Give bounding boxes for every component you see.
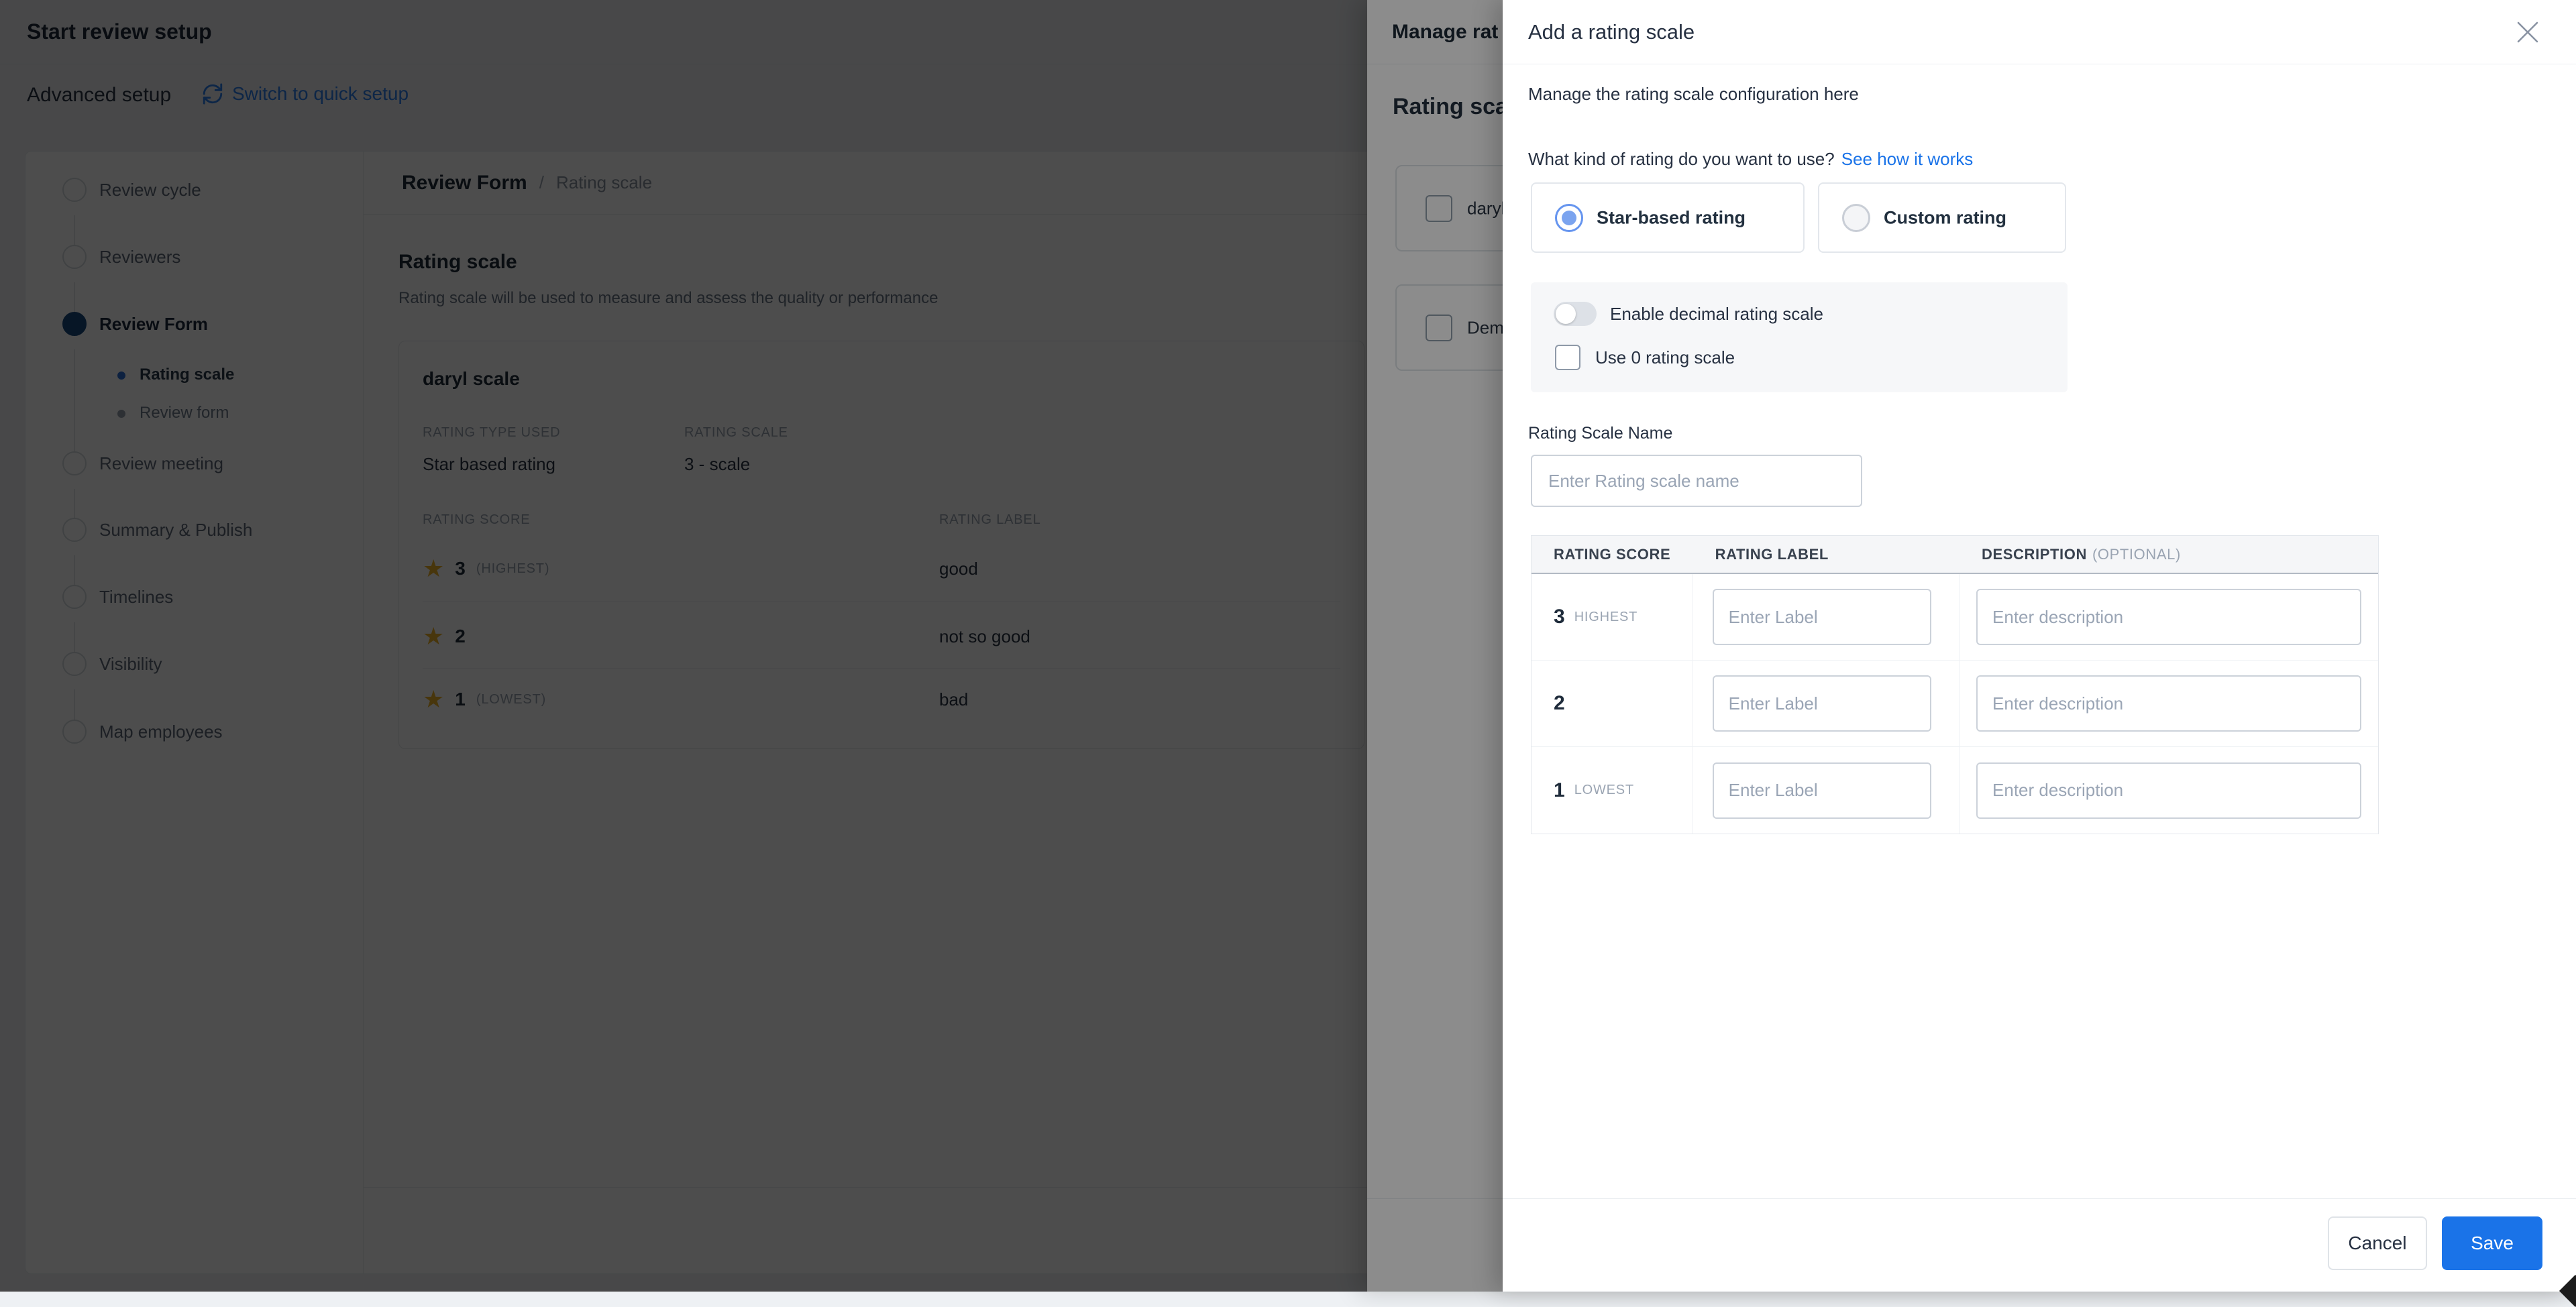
rating-score-header: RATING SCORE <box>1554 545 1671 563</box>
cancel-button[interactable]: Cancel <box>2328 1216 2427 1270</box>
radio-selected-icon[interactable] <box>1555 203 1583 232</box>
score-cell: 1 LOWEST <box>1532 747 1693 834</box>
modal-header: Add a rating scale <box>1503 0 2576 64</box>
modal-title: Add a rating scale <box>1528 20 1695 44</box>
score-value: 2 <box>1554 692 1565 714</box>
rating-scale-table: RATING SCORE RATING LABEL DESCRIPTION (O… <box>1531 535 2379 834</box>
label-input[interactable] <box>1712 675 1931 732</box>
decimal-rating-toggle[interactable] <box>1554 302 1597 326</box>
label-input[interactable] <box>1712 589 1931 645</box>
screen: { "page": { "title": "Start review setup… <box>0 0 2576 1307</box>
save-button[interactable]: Save <box>2442 1216 2542 1270</box>
decimal-rating-toggle-label: Enable decimal rating scale <box>1610 304 1823 324</box>
modal-subtitle: Manage the rating scale configuration he… <box>1528 84 1859 104</box>
radio-unselected-icon[interactable] <box>1842 203 1870 232</box>
toggle-knob <box>1556 304 1576 324</box>
use-zero-rating-label: Use 0 rating scale <box>1595 347 1735 367</box>
rating-scale-name-label: Rating Scale Name <box>1528 424 1673 443</box>
score-cell: 3 HIGHEST <box>1532 574 1693 660</box>
description-optional-text: (OPTIONAL) <box>2092 545 2181 563</box>
table-row: 2 <box>1532 661 2378 747</box>
description-header: DESCRIPTION (OPTIONAL) <box>1960 536 2378 573</box>
description-cell <box>1960 747 2378 834</box>
radio-dot <box>1562 210 1576 225</box>
label-input[interactable] <box>1712 762 1931 819</box>
table-row: 1 LOWEST <box>1532 747 2378 834</box>
rating-label-header: RATING LABEL <box>1715 545 1829 563</box>
close-icon[interactable] <box>2513 17 2542 47</box>
add-rating-scale-modal: Add a rating scale Manage the rating sca… <box>1503 0 2576 1292</box>
option-label: Star-based rating <box>1597 207 1746 227</box>
question-text: What kind of rating do you want to use? <box>1528 149 1835 169</box>
description-input[interactable] <box>1976 762 2362 819</box>
table-header-row: RATING SCORE RATING LABEL DESCRIPTION (O… <box>1532 536 2378 574</box>
scale-options-panel: Enable decimal rating scale Use 0 rating… <box>1531 282 2068 392</box>
score-cell: 2 <box>1532 661 1693 746</box>
custom-rating-option[interactable]: Custom rating <box>1818 182 2066 253</box>
label-cell <box>1693 574 1960 660</box>
star-based-rating-option[interactable]: Star-based rating <box>1531 182 1805 253</box>
description-input[interactable] <box>1976 589 2362 645</box>
score-tag: LOWEST <box>1574 783 1634 797</box>
table-row: 3 HIGHEST <box>1532 574 2378 661</box>
description-input[interactable] <box>1976 675 2362 732</box>
label-cell <box>1693 747 1960 834</box>
score-tag: HIGHEST <box>1574 609 1638 624</box>
score-value: 1 <box>1554 779 1565 801</box>
description-cell <box>1960 574 2378 660</box>
description-header-text: DESCRIPTION <box>1982 545 2087 563</box>
label-cell <box>1693 661 1960 746</box>
rating-kind-question: What kind of rating do you want to use? S… <box>1528 149 1973 170</box>
score-value: 3 <box>1554 606 1565 628</box>
description-cell <box>1960 661 2378 746</box>
see-how-it-works-link[interactable]: See how it works <box>1841 149 1974 169</box>
option-label: Custom rating <box>1884 207 2007 227</box>
use-zero-rating-checkbox[interactable] <box>1555 345 1580 370</box>
rating-scale-name-input[interactable] <box>1531 455 1862 507</box>
modal-footer: Cancel Save <box>1503 1198 2576 1292</box>
